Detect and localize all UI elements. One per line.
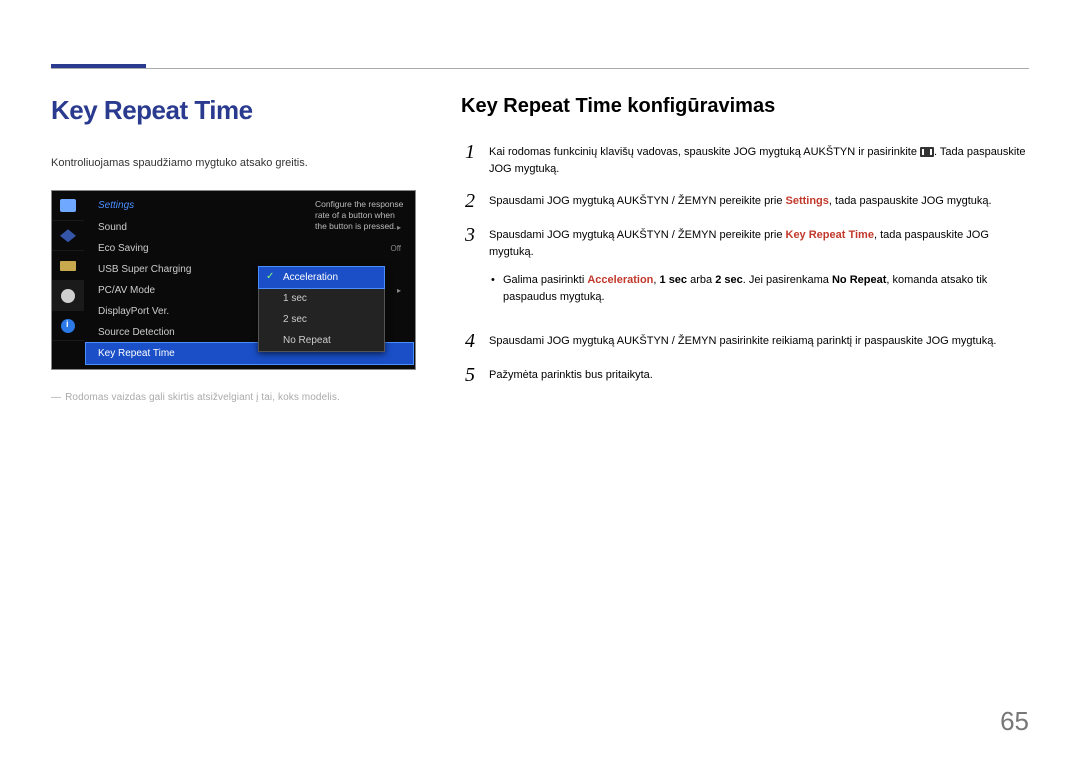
step-number: 2 xyxy=(461,191,475,211)
step-number: 1 xyxy=(461,142,475,162)
step-number: 4 xyxy=(461,331,475,351)
osd-item-label: Key Repeat Time xyxy=(98,348,175,359)
step-text: Spausdami JOG mygtuką AUKŠTYN / ŽEMYN pe… xyxy=(489,225,1029,317)
osd-tab-picture xyxy=(52,191,84,221)
osd-item-label: Sound xyxy=(98,222,127,233)
menu-icon xyxy=(920,147,934,157)
monitor-icon xyxy=(60,199,76,212)
osd-tab-settings xyxy=(52,281,84,311)
page-title: Key Repeat Time xyxy=(51,95,416,126)
step-text: Pažymėta parinktis bus pritaikyta. xyxy=(489,365,1029,384)
step-text: Kai rodomas funkcinių klavišų vadovas, s… xyxy=(489,142,1029,177)
osd-dropdown: ✓ Acceleration 1 sec 2 sec No Repeat xyxy=(258,266,385,352)
step-4: 4 Spausdami JOG mygtuką AUKŠTYN / ŽEMYN … xyxy=(461,331,1029,351)
step-2: 2 Spausdami JOG mygtuką AUKŠTYN / ŽEMYN … xyxy=(461,191,1029,211)
osd-screenshot: Settings Sound ▸ Eco Saving Off USB Supe… xyxy=(51,190,416,370)
page-number: 65 xyxy=(1000,706,1029,737)
step-5: 5 Pažymėta parinktis bus pritaikyta. xyxy=(461,365,1029,385)
step-3: 3 Spausdami JOG mygtuką AUKŠTYN / ŽEMYN … xyxy=(461,225,1029,317)
osd-dd-label: No Repeat xyxy=(283,335,331,346)
osd-item-label: Source Detection xyxy=(98,327,175,338)
osd-tab-info xyxy=(52,311,84,341)
intro-text: Kontroliuojamas spaudžiamo mygtuko atsak… xyxy=(51,156,416,170)
osd-dd-label: Acceleration xyxy=(283,272,338,283)
osd-description: Configure the response rate of a button … xyxy=(315,199,409,231)
osd-dd-1sec: 1 sec xyxy=(259,288,384,309)
info-icon xyxy=(61,319,75,333)
step-1: 1 Kai rodomas funkcinių klavišų vadovas,… xyxy=(461,142,1029,177)
section-title: Key Repeat Time konfigūravimas xyxy=(461,95,1029,118)
sub-bullet: Galima pasirinkti Acceleration, 1 sec ar… xyxy=(489,272,1029,305)
osd-dd-acceleration: ✓ Acceleration xyxy=(259,267,384,288)
osd-dd-label: 1 sec xyxy=(283,293,307,304)
check-icon: ✓ xyxy=(266,271,274,282)
osd-item-label: DisplayPort Ver. xyxy=(98,306,169,317)
chevron-right-icon: ▸ xyxy=(397,286,401,295)
dash-icon: ― xyxy=(51,392,65,403)
osd-tab-bar xyxy=(52,191,84,369)
osd-dd-label: 2 sec xyxy=(283,314,307,325)
step-text: Spausdami JOG mygtuką AUKŠTYN / ŽEMYN pa… xyxy=(489,331,1029,350)
osd-item-label: PC/AV Mode xyxy=(98,285,155,296)
step-list: 1 Kai rodomas funkcinių klavišų vadovas,… xyxy=(461,142,1029,385)
osd-item-value: Off xyxy=(390,244,401,253)
tool-icon xyxy=(60,229,76,242)
card-icon xyxy=(60,261,76,271)
osd-item-ecosaving: Eco Saving Off xyxy=(84,238,415,259)
step-text: Spausdami JOG mygtuką AUKŠTYN / ŽEMYN pe… xyxy=(489,191,1029,210)
osd-tab-pip xyxy=(52,251,84,281)
header-rule xyxy=(51,64,1029,70)
gear-icon xyxy=(61,289,75,303)
step-number: 5 xyxy=(461,365,475,385)
osd-dd-2sec: 2 sec xyxy=(259,309,384,330)
osd-item-label: Eco Saving xyxy=(98,243,149,254)
osd-tab-settings2 xyxy=(52,221,84,251)
footnote: ―Rodomas vaizdas gali skirtis atsižvelgi… xyxy=(51,392,416,403)
step-number: 3 xyxy=(461,225,475,245)
osd-dd-norepeat: No Repeat xyxy=(259,330,384,351)
osd-item-label: USB Super Charging xyxy=(98,264,191,275)
